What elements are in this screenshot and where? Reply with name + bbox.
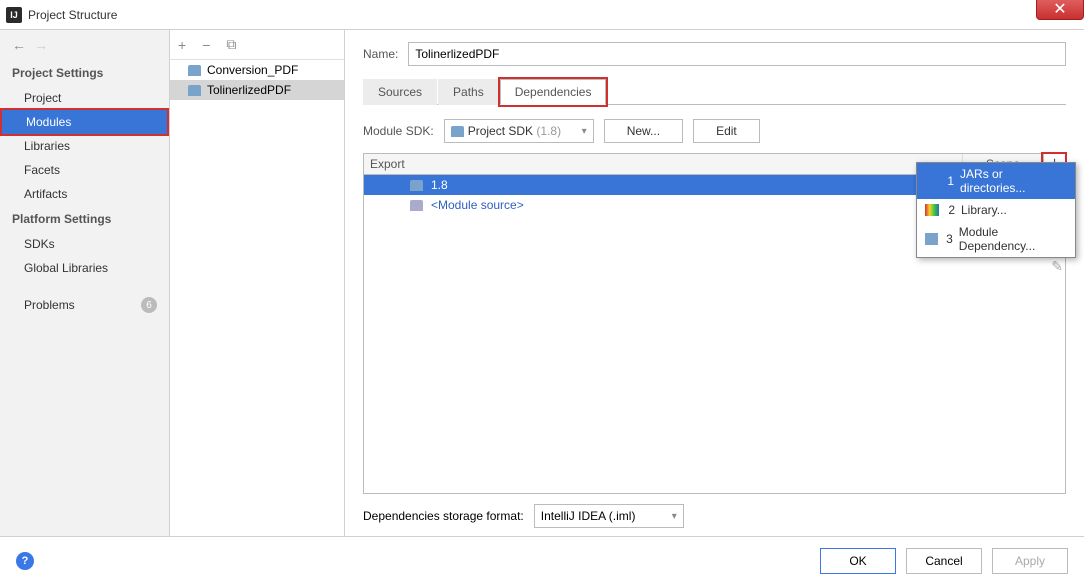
- name-row: Name:: [363, 42, 1066, 66]
- module-list-panel: + − ⧉ Conversion_PDF TolinerlizedPDF: [170, 30, 345, 536]
- tab-sources[interactable]: Sources: [363, 79, 437, 105]
- name-input[interactable]: [408, 42, 1066, 66]
- back-arrow-icon[interactable]: ←: [12, 37, 26, 53]
- library-icon: [925, 204, 939, 216]
- add-dependency-popup: 1 JARs or directories... 2 Library... 3 …: [916, 162, 1076, 258]
- folder-icon: [410, 200, 423, 211]
- col-export[interactable]: Export: [364, 154, 963, 174]
- sidebar: ← → Project Settings Project Modules Lib…: [0, 30, 170, 536]
- sidebar-item-modules[interactable]: Modules: [0, 108, 169, 136]
- apply-button[interactable]: Apply: [992, 548, 1068, 574]
- jar-icon: [925, 175, 938, 187]
- module-item-tolinerlized[interactable]: TolinerlizedPDF: [170, 80, 344, 100]
- popup-item-module-dependency[interactable]: 3 Module Dependency...: [917, 221, 1075, 257]
- new-sdk-button[interactable]: New...: [604, 119, 683, 143]
- edit-icon[interactable]: ✎: [1051, 258, 1063, 275]
- sdk-value: Project SDK (1.8): [468, 124, 578, 138]
- section-project-settings: Project Settings: [0, 60, 169, 86]
- chevron-down-icon: ▾: [582, 126, 587, 137]
- popup-num: 1: [944, 174, 954, 188]
- copy-module-icon[interactable]: ⧉: [226, 36, 236, 53]
- deps-label: 1.8: [431, 178, 448, 192]
- chevron-down-icon: ▾: [672, 511, 677, 522]
- edit-sdk-button[interactable]: Edit: [693, 119, 760, 143]
- folder-icon: [188, 85, 201, 96]
- tab-dependencies[interactable]: Dependencies: [500, 79, 607, 105]
- sidebar-nav: ← →: [0, 30, 169, 60]
- sidebar-item-libraries[interactable]: Libraries: [0, 134, 169, 158]
- module-icon: [925, 233, 938, 245]
- tab-paths[interactable]: Paths: [438, 79, 499, 105]
- storage-label: Dependencies storage format:: [363, 509, 524, 523]
- module-toolbar: + − ⧉: [170, 30, 344, 60]
- footer-buttons: OK Cancel Apply: [820, 548, 1068, 574]
- storage-select[interactable]: IntelliJ IDEA (.iml) ▾: [534, 504, 684, 528]
- problems-badge: 6: [141, 297, 157, 313]
- sdk-row: Module SDK: Project SDK (1.8) ▾ New... E…: [363, 119, 1066, 143]
- cancel-button[interactable]: Cancel: [906, 548, 982, 574]
- titlebar: IJ Project Structure ✕: [0, 0, 1084, 30]
- add-module-icon[interactable]: +: [178, 37, 186, 53]
- window-title: Project Structure: [28, 8, 117, 22]
- content-panel: Name: Sources Paths Dependencies Module …: [345, 30, 1084, 536]
- folder-icon: [410, 180, 423, 191]
- sidebar-item-problems[interactable]: Problems 6: [0, 292, 169, 318]
- deps-label: <Module source>: [431, 198, 524, 212]
- sidebar-item-project[interactable]: Project: [0, 86, 169, 110]
- tabs: Sources Paths Dependencies: [363, 78, 1066, 105]
- problems-label: Problems: [24, 298, 75, 312]
- popup-item-jars[interactable]: 1 JARs or directories...: [917, 163, 1075, 199]
- app-icon: IJ: [6, 7, 22, 23]
- module-label: TolinerlizedPDF: [207, 83, 291, 97]
- sidebar-item-sdks[interactable]: SDKs: [0, 232, 169, 256]
- remove-module-icon[interactable]: −: [202, 37, 210, 53]
- footer: ? OK Cancel Apply: [0, 536, 1084, 584]
- main-area: ← → Project Settings Project Modules Lib…: [0, 30, 1084, 536]
- module-label: Conversion_PDF: [207, 63, 298, 77]
- sdk-select[interactable]: Project SDK (1.8) ▾: [444, 119, 594, 143]
- sdk-label: Module SDK:: [363, 124, 434, 138]
- popup-num: 2: [945, 203, 955, 217]
- popup-label: JARs or directories...: [960, 167, 1067, 195]
- sidebar-item-facets[interactable]: Facets: [0, 158, 169, 182]
- sidebar-item-global-libraries[interactable]: Global Libraries: [0, 256, 169, 280]
- popup-item-library[interactable]: 2 Library...: [917, 199, 1075, 221]
- ok-button[interactable]: OK: [820, 548, 896, 574]
- folder-icon: [451, 126, 464, 137]
- sidebar-item-artifacts[interactable]: Artifacts: [0, 182, 169, 206]
- popup-num: 3: [944, 232, 953, 246]
- forward-arrow-icon[interactable]: →: [34, 37, 48, 53]
- module-item-conversion[interactable]: Conversion_PDF: [170, 60, 344, 80]
- popup-label: Library...: [961, 203, 1007, 217]
- popup-label: Module Dependency...: [959, 225, 1067, 253]
- name-label: Name:: [363, 47, 398, 61]
- help-icon[interactable]: ?: [16, 552, 34, 570]
- storage-row: Dependencies storage format: IntelliJ ID…: [363, 504, 1066, 528]
- folder-icon: [188, 65, 201, 76]
- storage-value: IntelliJ IDEA (.iml): [541, 509, 672, 523]
- close-button[interactable]: ✕: [1036, 0, 1084, 20]
- section-platform-settings: Platform Settings: [0, 206, 169, 232]
